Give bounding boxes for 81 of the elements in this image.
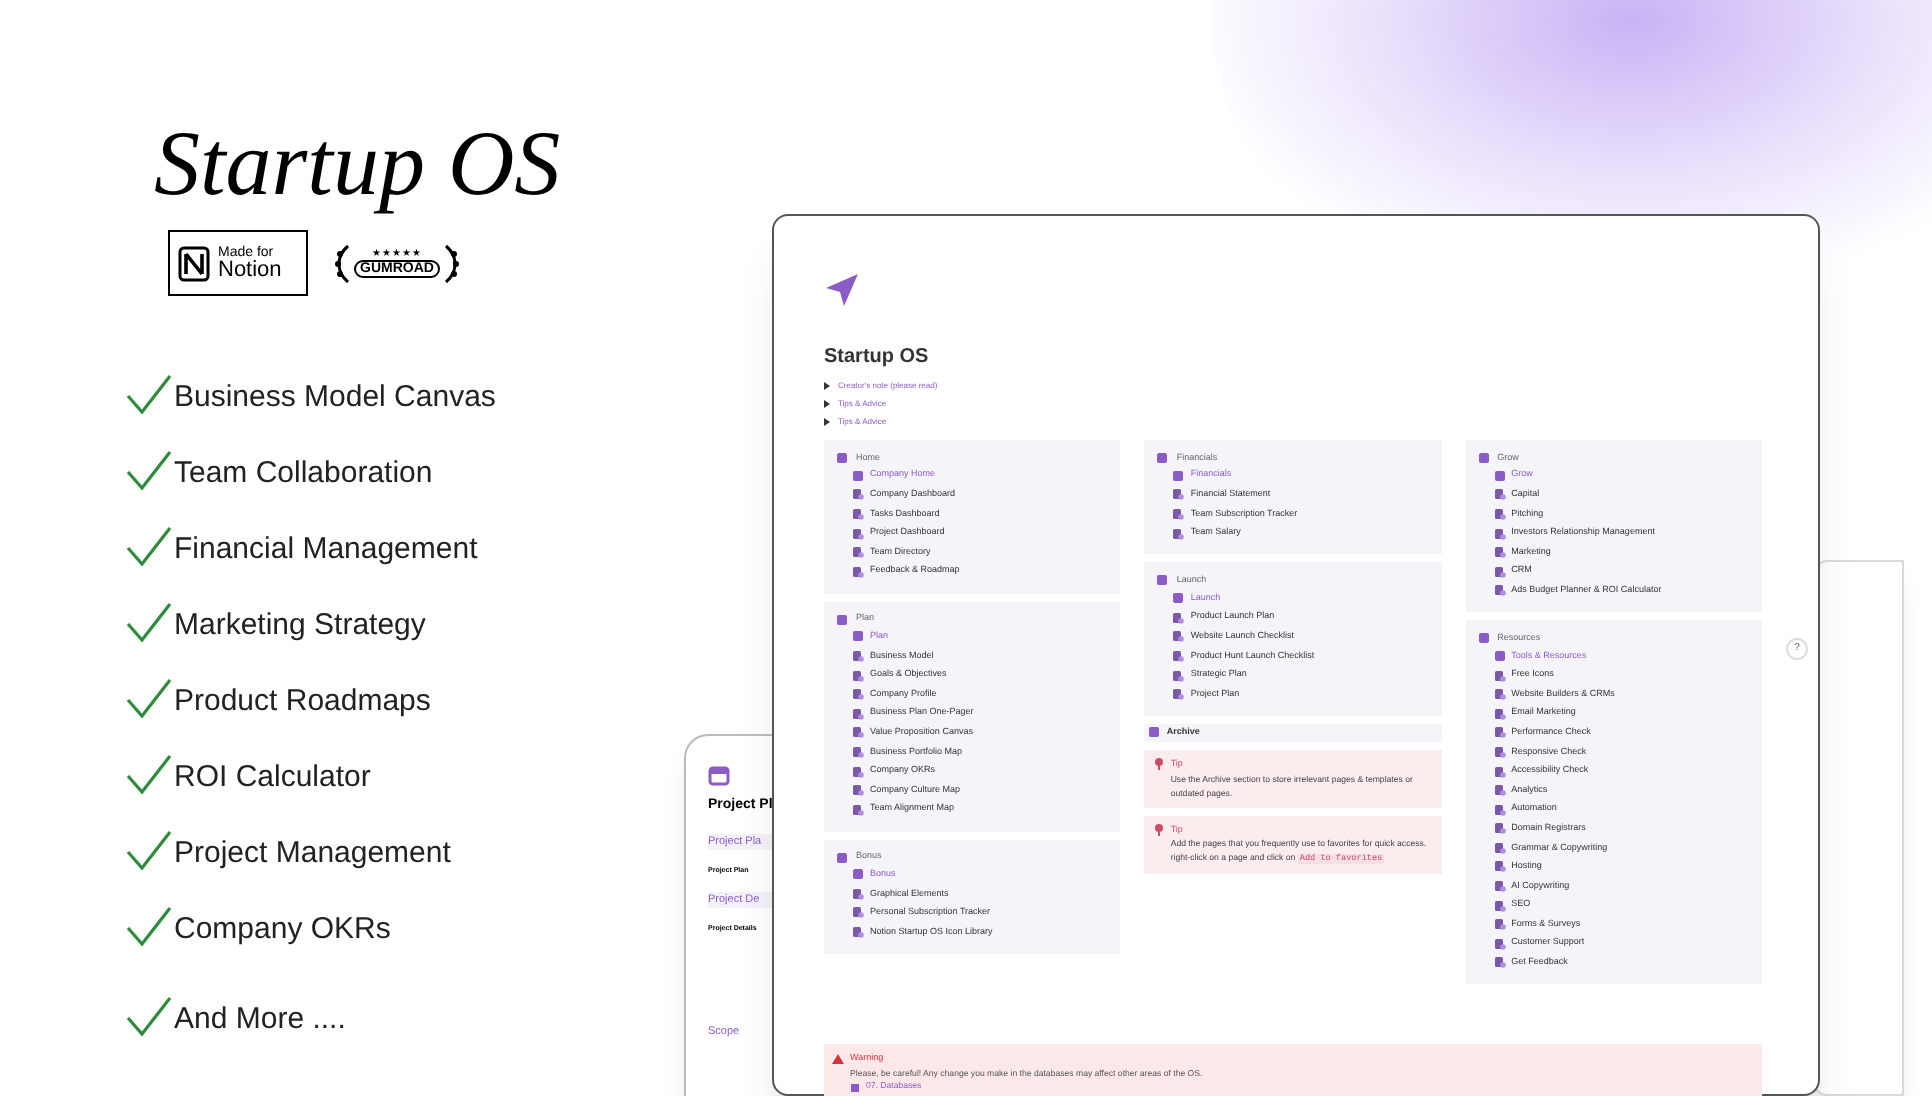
page-icon	[1493, 707, 1506, 720]
feature-label: Project Management	[174, 836, 451, 872]
badge-label: Notion	[218, 259, 282, 281]
notion-logo-icon	[178, 245, 210, 281]
check-icon	[124, 676, 172, 720]
page-icon	[1493, 726, 1506, 739]
feature-label: Team Collaboration	[174, 456, 433, 492]
page-icon	[1493, 565, 1506, 578]
feature-label: And More ....	[174, 1002, 346, 1038]
page-icon	[1172, 527, 1185, 540]
page-icon	[1172, 688, 1185, 701]
feature-label: ROI Calculator	[174, 760, 371, 796]
calendar-icon	[708, 764, 730, 786]
page-icon	[1172, 507, 1185, 520]
page-icon	[852, 649, 864, 662]
page-icon	[852, 507, 864, 520]
page-icon	[1172, 488, 1185, 501]
check-icon	[124, 600, 172, 644]
page-icon	[1493, 765, 1506, 778]
check-icon	[124, 524, 172, 568]
page-icon	[852, 765, 864, 778]
page-icon	[852, 565, 864, 578]
page-icon	[1148, 726, 1161, 739]
page-icon	[1493, 822, 1506, 835]
page-icon	[1172, 611, 1185, 624]
page-icon	[1493, 918, 1506, 931]
page-icon	[852, 926, 864, 939]
laurel-icon	[441, 241, 462, 285]
page-title: Startup OS	[824, 344, 931, 372]
page-icon	[1493, 956, 1506, 969]
page-icon	[852, 669, 864, 682]
page-icon	[1493, 745, 1506, 758]
product-title: Startup OS	[154, 112, 563, 216]
page-icon	[1493, 507, 1506, 520]
feature-label: Business Model Canvas	[174, 380, 496, 416]
page-icon	[1493, 546, 1506, 559]
feature-label: Marketing Strategy	[174, 608, 426, 644]
page-icon	[852, 803, 864, 816]
page-icon	[1172, 649, 1185, 662]
page-icon	[1493, 784, 1506, 797]
feature-label: Product Roadmaps	[174, 684, 431, 720]
page-icon	[1493, 937, 1506, 950]
page-icon	[1493, 860, 1506, 873]
warning-icon	[832, 1054, 844, 1065]
page-icon	[852, 688, 864, 701]
page-icon	[1493, 880, 1506, 893]
check-icon	[124, 752, 172, 796]
page-icon	[852, 707, 864, 720]
page-icon	[852, 488, 864, 501]
page-icon	[1493, 803, 1506, 816]
page-icon	[1172, 630, 1185, 643]
page-icon	[1493, 669, 1506, 682]
page-icon	[1493, 527, 1506, 540]
feature-label: Company OKRs	[174, 912, 391, 948]
check-icon	[124, 448, 172, 492]
page-icon	[1493, 584, 1506, 597]
page-icon	[852, 726, 864, 739]
pin-icon	[1154, 824, 1165, 837]
laurel-icon	[332, 241, 352, 285]
arrow-logo-icon	[824, 272, 860, 308]
page-icon	[852, 887, 864, 900]
triangle-icon	[824, 382, 830, 390]
feature-label: Financial Management	[174, 532, 478, 568]
page-icon	[852, 906, 864, 919]
check-icon	[124, 994, 172, 1038]
check-icon	[124, 828, 172, 872]
page-icon	[852, 784, 864, 797]
page-icon	[852, 527, 864, 540]
pin-icon	[1154, 758, 1165, 771]
check-icon	[124, 904, 172, 948]
page-icon	[1493, 688, 1506, 701]
triangle-icon	[824, 418, 830, 426]
triangle-icon	[824, 400, 830, 408]
page-icon	[1493, 841, 1506, 854]
page-icon	[852, 745, 864, 758]
database-icon	[850, 1081, 860, 1092]
page-icon	[852, 546, 864, 559]
page-icon	[1172, 669, 1185, 682]
page-icon	[1493, 899, 1506, 912]
check-icon	[124, 372, 172, 416]
page-icon	[1493, 488, 1506, 501]
